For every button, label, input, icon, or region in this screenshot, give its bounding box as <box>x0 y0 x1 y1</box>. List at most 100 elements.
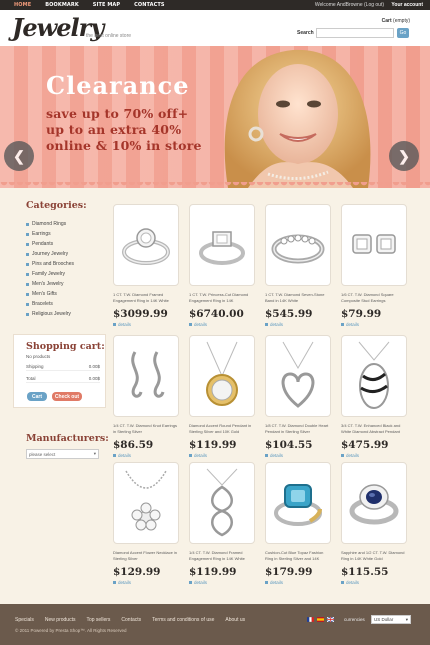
product-name[interactable]: 1/4 CT. T.W. Diamond Framed Engagement R… <box>189 550 255 562</box>
product-card[interactable]: 1 CT. T.W. Diamond Framed Engagement Rin… <box>113 204 179 327</box>
product-name[interactable]: 1/6 CT. T.W. Diamond Square Composite St… <box>341 292 407 304</box>
product-name[interactable]: 1/8 CT. T.W. Diamond Double Heart Pendan… <box>265 423 331 435</box>
promo-banner[interactable]: Clearance save up to 70% off+ up to an e… <box>0 46 430 188</box>
product-name[interactable]: 3/4 CT. T.W. Enhanced Black and White Di… <box>341 423 407 435</box>
bullet-icon <box>26 312 29 316</box>
product-price: $119.99 <box>189 566 237 578</box>
category-item[interactable]: Pendants <box>26 239 102 249</box>
category-item[interactable]: Family Jewelry <box>26 269 102 279</box>
details-link[interactable]: details <box>341 453 407 458</box>
footer-links: Specials New products Top sellers Contac… <box>15 617 245 623</box>
product-name[interactable]: 1 CT. T.W. Diamond Framed Engagement Rin… <box>113 292 179 304</box>
nav-bookmark[interactable]: BOOKMARK <box>38 1 86 8</box>
product-card[interactable]: Diamond Accent Round Pendant in Sterling… <box>189 335 255 458</box>
your-account-link[interactable]: Your account <box>391 2 423 8</box>
product-card[interactable]: 1/4 CT. T.W. Diamond Framed Engagement R… <box>189 462 255 585</box>
details-link[interactable]: details <box>113 322 179 327</box>
product-image[interactable] <box>113 204 179 286</box>
footer-link-about-us[interactable]: About us <box>225 617 245 623</box>
details-link[interactable]: details <box>113 453 179 458</box>
details-link[interactable]: details <box>189 580 255 585</box>
arrow-icon <box>189 323 192 326</box>
details-link[interactable]: details <box>265 322 331 327</box>
product-name[interactable]: 1/4 CT. T.W. Diamond Knot Earrings in St… <box>113 423 179 435</box>
product-image[interactable] <box>189 462 255 544</box>
product-card[interactable]: Sapphire and 1/2 CT. T.W. Diamond Ring i… <box>341 462 407 585</box>
bullet-icon <box>26 272 29 276</box>
product-image[interactable] <box>341 335 407 417</box>
search-input[interactable] <box>316 28 394 38</box>
category-item[interactable]: Pins and Brooches <box>26 259 102 269</box>
product-card[interactable]: Diamond Accent Flower Necklace in Sterli… <box>113 462 179 585</box>
details-link[interactable]: details <box>341 322 407 327</box>
search-button[interactable]: Go <box>397 28 409 38</box>
category-item[interactable]: Religious Jewelry <box>26 309 102 319</box>
user-area: Welcome AndBrowne (Log out) Your account <box>314 2 423 8</box>
footer-link-terms[interactable]: Terms and conditions of use <box>152 617 214 623</box>
footer-link-top-sellers[interactable]: Top sellers <box>86 617 110 623</box>
product-price: $545.99 <box>265 308 313 320</box>
nav-contacts[interactable]: CONTACTS <box>127 1 171 8</box>
product-image[interactable] <box>113 462 179 544</box>
product-image[interactable] <box>265 204 331 286</box>
footer-link-new-products[interactable]: New products <box>45 617 76 623</box>
category-item[interactable]: Men's Jewelry <box>26 279 102 289</box>
checkout-button[interactable]: Check out <box>52 392 82 401</box>
details-link[interactable]: details <box>113 580 179 585</box>
bullet-icon <box>26 262 29 266</box>
product-name[interactable]: 1 CT. T.W. Diamond Seven-Stone Band in 1… <box>265 292 331 304</box>
product-price: $115.55 <box>341 566 389 578</box>
product-image[interactable] <box>265 335 331 417</box>
category-item[interactable]: Earrings <box>26 229 102 239</box>
cart-total-row: Total 0.00$ <box>26 374 100 383</box>
details-link[interactable]: details <box>189 322 255 327</box>
nav-site-map[interactable]: SITE MAP <box>86 1 127 8</box>
product-card[interactable]: 1/4 CT. T.W. Diamond Knot Earrings in St… <box>113 335 179 458</box>
english-flag-icon[interactable] <box>327 617 334 622</box>
cart-button[interactable]: Cart <box>27 392 47 401</box>
product-image[interactable] <box>265 462 331 544</box>
category-item[interactable]: Men's Gifts <box>26 289 102 299</box>
product-name[interactable]: Diamond Accent Round Pendant in Sterling… <box>189 423 255 435</box>
currency-select[interactable]: US Dollar ▾ <box>371 615 411 624</box>
product-image[interactable] <box>113 335 179 417</box>
product-card[interactable]: Cushion-Cut Blue Topaz Fashion Ring in S… <box>265 462 331 585</box>
product-card[interactable]: 1/8 CT. T.W. Diamond Double Heart Pendan… <box>265 335 331 458</box>
product-image[interactable] <box>189 204 255 286</box>
product-card[interactable]: 3/4 CT. T.W. Enhanced Black and White Di… <box>341 335 407 458</box>
details-link[interactable]: details <box>265 580 331 585</box>
product-name[interactable]: Sapphire and 1/2 CT. T.W. Diamond Ring i… <box>341 550 407 562</box>
category-item[interactable]: Bracelets <box>26 299 102 309</box>
bullet-icon <box>26 292 29 296</box>
product-image[interactable] <box>341 204 407 286</box>
category-item[interactable]: Diamond Rings <box>26 219 102 229</box>
product-name[interactable]: 1 CT. T.W. Princess-Cut Diamond Engageme… <box>189 292 255 304</box>
manufacturers-select[interactable]: please select ▾ <box>26 449 99 459</box>
cart-no-products: No products <box>26 354 51 359</box>
arrow-icon <box>113 581 116 584</box>
currencies-label: currencies <box>344 617 365 622</box>
logout-link[interactable]: Log out <box>366 2 383 8</box>
footer-link-specials[interactable]: Specials <box>15 617 34 623</box>
product-card[interactable]: 1/6 CT. T.W. Diamond Square Composite St… <box>341 204 407 327</box>
product-card[interactable]: 1 CT. T.W. Diamond Seven-Stone Band in 1… <box>265 204 331 327</box>
category-item[interactable]: Journey Jewelry <box>26 249 102 259</box>
nav-home[interactable]: HOME <box>7 1 38 8</box>
details-link[interactable]: details <box>341 580 407 585</box>
arrow-icon <box>113 454 116 457</box>
product-image[interactable] <box>341 462 407 544</box>
header-cart[interactable]: Cart (empty) <box>382 18 410 24</box>
product-name[interactable]: Cushion-Cut Blue Topaz Fashion Ring in S… <box>265 550 331 562</box>
banner-prev-button[interactable]: ❮ <box>4 141 34 171</box>
footer-link-contacts[interactable]: Contacts <box>121 617 141 623</box>
spanish-flag-icon[interactable] <box>317 617 324 622</box>
product-price: $86.59 <box>113 439 154 451</box>
details-link[interactable]: details <box>265 453 331 458</box>
details-link[interactable]: details <box>189 453 255 458</box>
product-card[interactable]: 1 CT. T.W. Princess-Cut Diamond Engageme… <box>189 204 255 327</box>
banner-next-button[interactable]: ❯ <box>389 141 419 171</box>
product-image[interactable] <box>189 335 255 417</box>
french-flag-icon[interactable] <box>307 617 314 622</box>
product-name[interactable]: Diamond Accent Flower Necklace in Sterli… <box>113 550 179 562</box>
flower-necklace-icon <box>125 470 167 531</box>
